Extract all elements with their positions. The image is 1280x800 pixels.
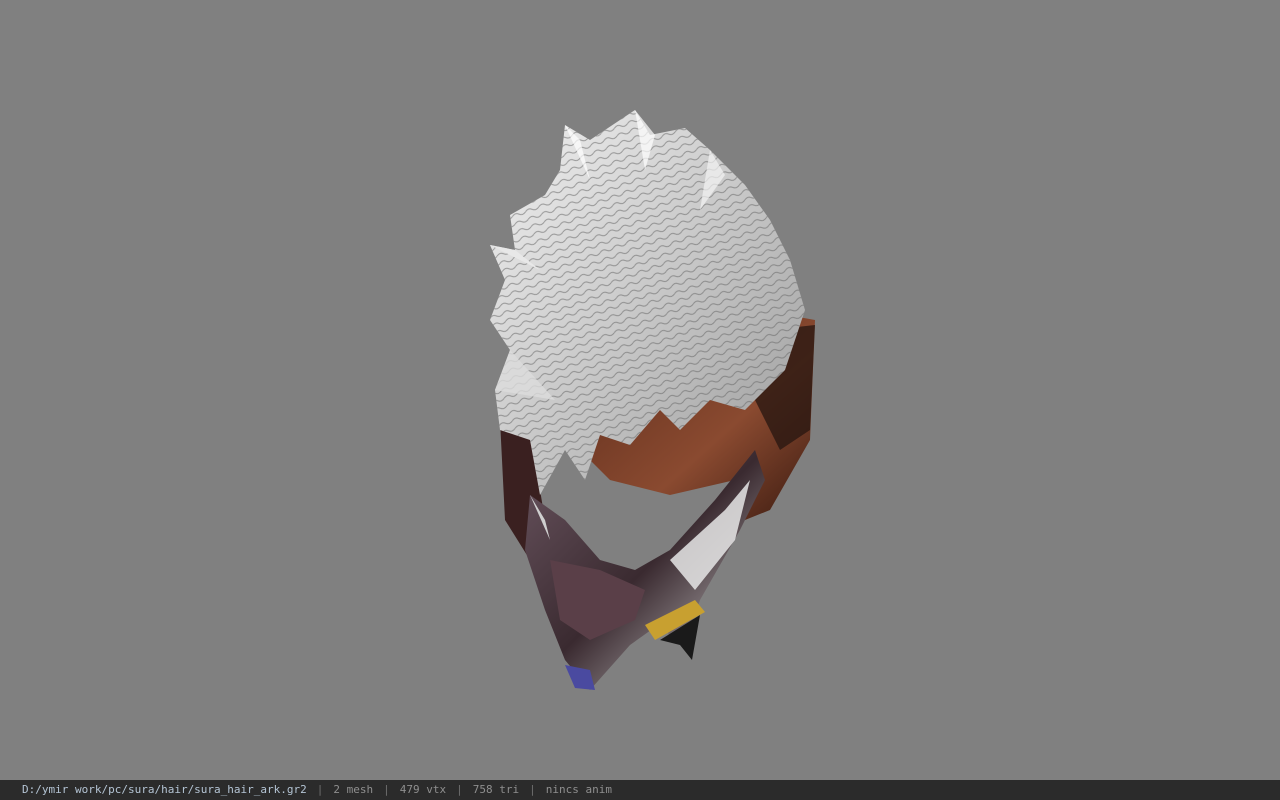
status-separator: | xyxy=(316,783,324,796)
status-separator: | xyxy=(383,783,390,796)
status-bar: D:/ymir work/pc/sura/hair/sura_hair_ark.… xyxy=(0,780,1280,800)
vertex-count-label: 479 vtx xyxy=(399,783,447,796)
3d-viewport[interactable] xyxy=(0,0,1280,780)
mesh-count-label: 2 mesh xyxy=(333,783,374,796)
triangle-count-label: 758 tri xyxy=(472,783,520,796)
status-separator: | xyxy=(529,783,536,796)
file-path-label: D:/ymir work/pc/sura/hair/sura_hair_ark.… xyxy=(22,783,307,796)
status-separator: | xyxy=(456,783,463,796)
animation-status-label: nincs anim xyxy=(545,783,612,796)
hair-model-render xyxy=(490,110,815,690)
